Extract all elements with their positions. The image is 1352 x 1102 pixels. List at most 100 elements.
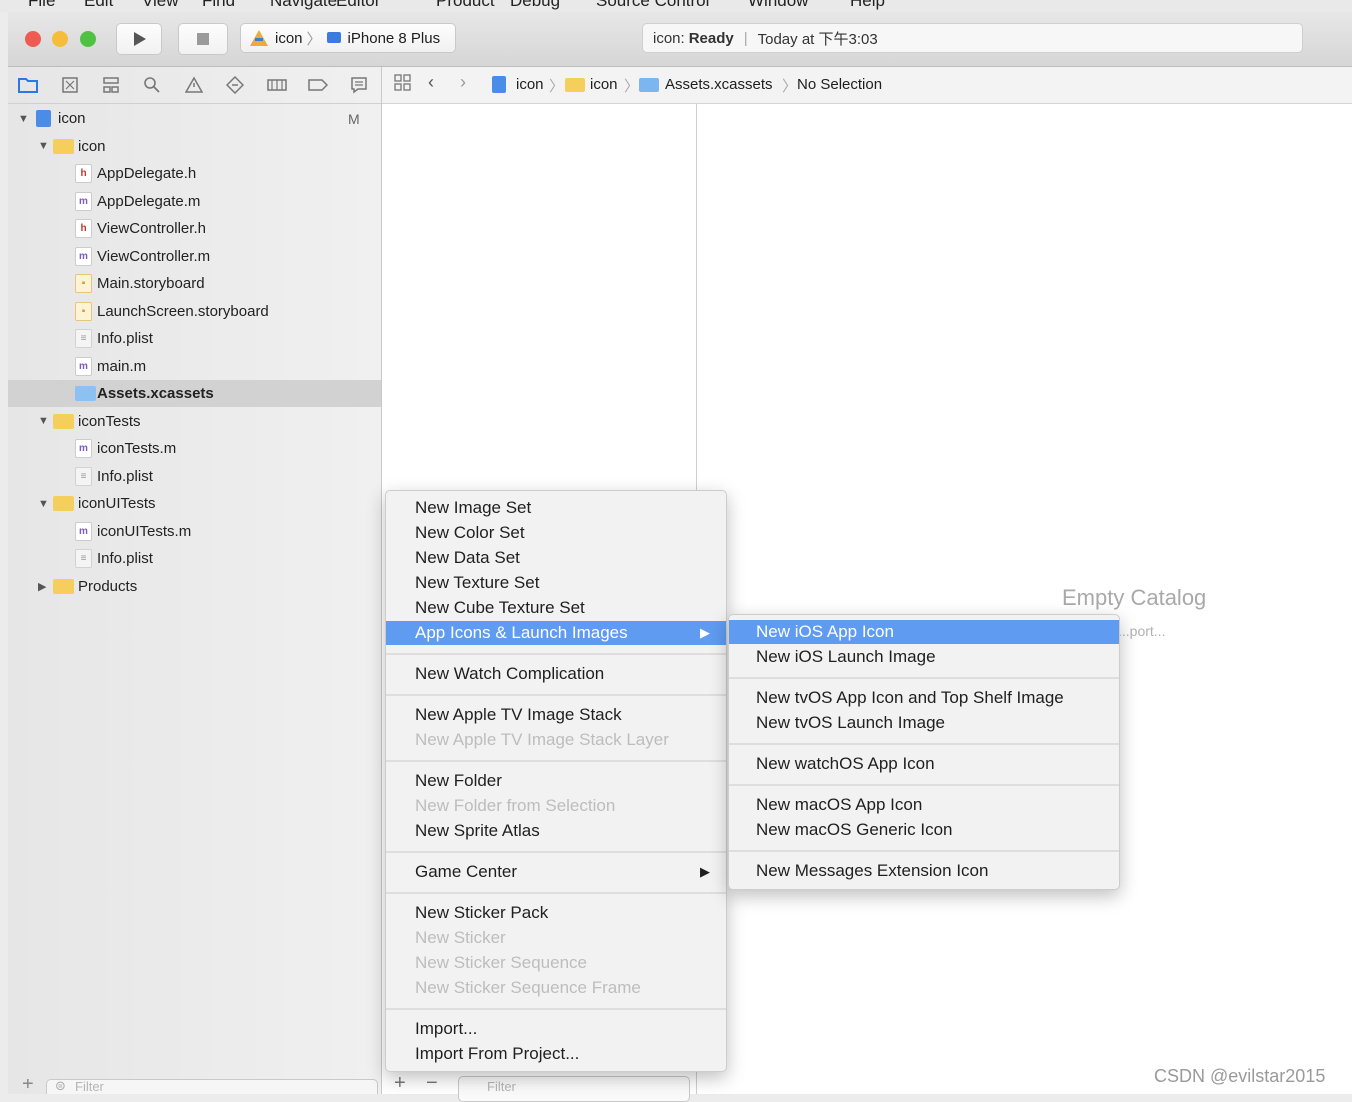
menu-item-label: New Sprite Atlas (415, 821, 540, 840)
menu-item[interactable]: Game Center ▶ (386, 860, 726, 884)
file-tree-row[interactable]: ▼ icon M (8, 105, 381, 132)
forward-chevron-icon[interactable]: › (460, 72, 466, 93)
menu-item[interactable]: New Cube Texture Set (386, 596, 726, 620)
file-tree-row[interactable]: m iconUITests.m (8, 518, 381, 545)
file-tree-row[interactable]: m main.m (8, 353, 381, 380)
menu-item-label: New watchOS App Icon (756, 754, 935, 773)
menubar-item[interactable]: Source Control (596, 0, 709, 11)
menubar-item[interactable]: Product (436, 0, 495, 11)
menu-item[interactable]: New macOS Generic Icon (729, 818, 1119, 842)
menu-item[interactable]: New Folder (386, 769, 726, 793)
file-tree-row[interactable]: ▪ Main.storyboard (8, 270, 381, 297)
menu-separator (386, 760, 726, 762)
file-tree-row[interactable]: ≡ Info.plist (8, 545, 381, 572)
debug-navigator-icon[interactable] (265, 73, 289, 97)
menu-separator (729, 677, 1119, 679)
file-tree-label: ViewController.h (97, 220, 206, 237)
menu-item[interactable]: New watchOS App Icon (729, 752, 1119, 776)
menu-item[interactable]: New Apple TV Image Stack (386, 703, 726, 727)
breadcrumb-selection[interactable]: No Selection (797, 76, 882, 93)
menu-item[interactable]: New iOS Launch Image (729, 645, 1119, 669)
menubar-item[interactable]: File (28, 0, 55, 11)
close-window-button[interactable] (25, 31, 41, 47)
menu-item[interactable]: New Sprite Atlas (386, 819, 726, 843)
minimize-window-button[interactable] (52, 31, 68, 47)
menu-item[interactable]: App Icons & Launch Images ▶ (386, 621, 726, 645)
file-tree-row[interactable]: ≡ Info.plist (8, 325, 381, 352)
menu-item[interactable]: New tvOS App Icon and Top Shelf Image (729, 686, 1119, 710)
asset-filter-input[interactable]: Filter (458, 1076, 690, 1102)
menu-item[interactable]: New Color Set (386, 521, 726, 545)
file-tree-row[interactable]: Assets.xcassets (8, 380, 381, 407)
menubar-item[interactable]: Debug (510, 0, 560, 11)
menubar-item[interactable]: Editor (336, 0, 380, 11)
back-chevron-icon[interactable]: ‹ (428, 72, 434, 93)
menu-item-label: New Apple TV Image Stack Layer (415, 730, 669, 749)
disclosure-collapsed-icon[interactable]: ▶ (38, 580, 46, 593)
breakpoint-icon[interactable] (306, 73, 330, 97)
menubar-item[interactable]: Edit (84, 0, 113, 11)
search-icon[interactable] (140, 73, 164, 97)
file-tree-row[interactable]: ▼ icon (8, 133, 381, 160)
test-diamond-icon[interactable] (223, 73, 247, 97)
file-tree-row[interactable]: h ViewController.h (8, 215, 381, 242)
menubar-item[interactable]: Help (850, 0, 885, 11)
file-tree-row[interactable]: m ViewController.m (8, 243, 381, 270)
disclosure-expanded-icon[interactable]: ▼ (38, 498, 49, 510)
file-tree-label: iconTests.m (97, 440, 177, 457)
disclosure-expanded-icon[interactable]: ▼ (18, 113, 29, 125)
add-icon[interactable]: + (394, 1072, 406, 1095)
remove-icon[interactable]: − (426, 1072, 438, 1095)
menu-item[interactable]: New Image Set (386, 496, 726, 520)
implementation-file-icon: m (75, 521, 92, 541)
run-button[interactable] (116, 23, 162, 55)
menubar-item[interactable]: Window (748, 0, 808, 11)
menu-item[interactable]: New Texture Set (386, 571, 726, 595)
breadcrumb-project[interactable]: icon (516, 76, 544, 93)
zoom-window-button[interactable] (80, 31, 96, 47)
menu-item[interactable]: New Messages Extension Icon (729, 859, 1119, 883)
folder-navigator-icon[interactable] (16, 73, 40, 97)
warning-icon[interactable] (182, 73, 206, 97)
file-tree-row[interactable]: m AppDelegate.m (8, 188, 381, 215)
menubar-item[interactable]: Find (202, 0, 235, 11)
file-tree-label: ViewController.m (97, 247, 211, 265)
disclosure-expanded-icon[interactable]: ▼ (38, 140, 49, 152)
breadcrumb-assets[interactable]: Assets.xcassets (665, 76, 773, 93)
file-tree-row[interactable]: ▶ Products (8, 573, 381, 600)
menu-item: New Folder from Selection (386, 794, 726, 818)
menu-item[interactable]: New Watch Complication (386, 662, 726, 686)
menu-item-label: New Folder from Selection (415, 796, 616, 815)
implementation-file-icon: m (75, 356, 92, 376)
menu-item[interactable]: New macOS App Icon (729, 793, 1119, 817)
file-tree-row[interactable]: m iconTests.m (8, 435, 381, 462)
scheme-selector[interactable]: icon 〉 iPhone 8 Plus (240, 23, 456, 53)
file-tree-row[interactable]: h AppDelegate.h (8, 160, 381, 187)
add-icon[interactable]: + (22, 1079, 34, 1094)
menu-item: New Sticker Sequence (386, 951, 726, 975)
asset-catalog-icon (639, 78, 659, 92)
symbol-navigator-icon[interactable] (99, 73, 123, 97)
report-icon[interactable] (347, 73, 371, 97)
file-tree-row[interactable]: ▼ iconTests (8, 408, 381, 435)
breadcrumb-separator: 〉 (624, 78, 640, 95)
navigator-filter-input[interactable]: ⊜ Filter (46, 1079, 378, 1094)
menu-item[interactable]: New tvOS Launch Image (729, 711, 1119, 735)
activity-time: Today at 下午3:03 (757, 30, 878, 48)
file-tree-row[interactable]: ▪ LaunchScreen.storyboard (8, 298, 381, 325)
menu-item[interactable]: New Sticker Pack (386, 901, 726, 925)
menu-item[interactable]: Import From Project... (386, 1042, 726, 1066)
file-tree-row[interactable]: ▼ iconUITests (8, 490, 381, 517)
source-control-navigator-icon[interactable] (58, 73, 82, 97)
menubar-item[interactable]: Navigate (270, 0, 337, 11)
menu-item[interactable]: New iOS App Icon (729, 620, 1119, 644)
breadcrumb-group[interactable]: icon (590, 76, 618, 93)
menu-item[interactable]: New Data Set (386, 546, 726, 570)
menubar-item[interactable]: View (142, 0, 179, 11)
project-file-icon (492, 76, 506, 93)
disclosure-expanded-icon[interactable]: ▼ (38, 415, 49, 427)
related-items-grid-icon[interactable] (394, 74, 412, 96)
stop-button[interactable] (178, 23, 228, 55)
menu-item[interactable]: Import... (386, 1017, 726, 1041)
file-tree-row[interactable]: ≡ Info.plist (8, 463, 381, 490)
